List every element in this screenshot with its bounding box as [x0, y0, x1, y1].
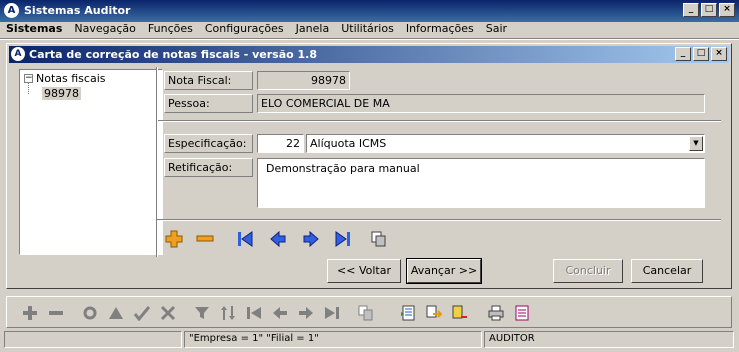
add-icon[interactable] [19, 302, 41, 324]
tree-root[interactable]: − Notas fiscais [24, 72, 105, 85]
next-record-icon[interactable] [301, 230, 321, 248]
menu-funcoes[interactable]: Funções [142, 22, 199, 38]
remove-icon[interactable] [45, 302, 67, 324]
close-button[interactable]: × [719, 3, 735, 17]
sort-icon[interactable] [217, 302, 239, 324]
status-panel-1 [4, 331, 182, 348]
menu-janela[interactable]: Janela [290, 22, 336, 38]
filter-icon[interactable] [191, 302, 213, 324]
duplicate-icon[interactable] [369, 230, 389, 248]
app-title: Sistemas Auditor [24, 4, 131, 17]
child-close-button[interactable]: × [711, 47, 727, 61]
refresh-icon[interactable] [79, 302, 101, 324]
especificacao-value: Alíquota ICMS [310, 137, 387, 150]
pessoa-field: ELO COMERCIAL DE MA [257, 94, 705, 113]
last-record-icon[interactable] [333, 230, 353, 248]
print-icon[interactable] [485, 302, 507, 324]
first-record-icon[interactable] [243, 302, 265, 324]
chevron-down-icon[interactable]: ▼ [689, 136, 703, 151]
retificacao-textarea[interactable]: Demonstração para manual [257, 158, 705, 208]
tree-item-label: 98978 [42, 87, 81, 100]
main-toolbar [6, 296, 732, 328]
child-window: A Carta de correção de notas fiscais - v… [6, 43, 732, 289]
cancelar-button[interactable]: Cancelar [631, 259, 703, 283]
auditor-logo-icon: A [4, 3, 19, 18]
notas-tree[interactable]: − Notas fiscais 98978 [19, 69, 163, 255]
avancar-button[interactable]: Avançar >> [406, 258, 482, 284]
voltar-button[interactable]: << Voltar [327, 259, 401, 283]
menu-navegacao[interactable]: Navegação [68, 22, 142, 38]
child-maximize-button[interactable]: □ [693, 47, 709, 61]
report-icon[interactable] [511, 302, 533, 324]
retificacao-label: Retificação: [164, 158, 253, 177]
nota-fiscal-field: 98978 [257, 71, 350, 90]
menu-configuracoes[interactable]: Configurações [199, 22, 290, 38]
child-title: Carta de correção de notas fiscais - ver… [29, 48, 318, 61]
confirm-icon[interactable] [131, 302, 153, 324]
child-minimize-button[interactable]: _ [675, 47, 691, 61]
up-icon[interactable] [105, 302, 127, 324]
tree-root-label: Notas fiscais [36, 72, 106, 85]
transfer-icon[interactable] [423, 302, 445, 324]
list-icon[interactable] [397, 302, 419, 324]
menu-sair[interactable]: Sair [480, 22, 513, 38]
status-company: "Empresa = 1" "Filial = 1" [184, 331, 482, 348]
duplicate-icon[interactable] [355, 302, 377, 324]
menu-utilitarios[interactable]: Utilitários [335, 22, 400, 38]
menu-informacoes[interactable]: Informações [400, 22, 480, 38]
concluir-button[interactable]: Concluir [553, 259, 623, 283]
status-user: AUDITOR [484, 331, 734, 348]
pessoa-label: Pessoa: [164, 94, 253, 113]
tree-item-nota[interactable]: 98978 [42, 87, 81, 100]
app-title-bar: A Sistemas Auditor _ □ × [0, 0, 739, 22]
auditor-logo-icon: A [11, 47, 25, 61]
minimize-button[interactable]: _ [683, 3, 699, 17]
menu-separator [0, 38, 739, 40]
menu-bar: Sistemas Navegação Funções Configurações… [0, 22, 739, 38]
menu-sistemas[interactable]: Sistemas [0, 22, 68, 38]
especificacao-label: Especificação: [164, 134, 253, 153]
next-record-icon[interactable] [295, 302, 317, 324]
remove-icon[interactable] [195, 230, 215, 248]
especificacao-select[interactable]: Alíquota ICMS ▼ [306, 134, 705, 153]
cancel-icon[interactable] [157, 302, 179, 324]
nota-fiscal-label: Nota Fiscal: [164, 71, 253, 90]
last-record-icon[interactable] [321, 302, 343, 324]
first-record-icon[interactable] [235, 230, 255, 248]
previous-record-icon[interactable] [268, 230, 288, 248]
previous-record-icon[interactable] [269, 302, 291, 324]
delete-record-icon[interactable] [449, 302, 471, 324]
child-title-bar: A Carta de correção de notas fiscais - v… [9, 46, 729, 63]
add-icon[interactable] [164, 230, 184, 248]
especificacao-code-field[interactable]: 22 [257, 134, 304, 153]
maximize-button[interactable]: □ [701, 3, 717, 17]
